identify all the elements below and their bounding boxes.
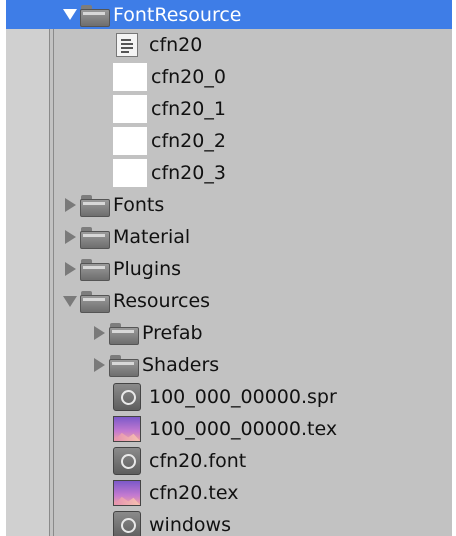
expand-arrow-icon[interactable] (92, 358, 106, 372)
tree-item-label: windows (149, 514, 231, 536)
tree-item-100-spr[interactable]: 100_000_00000.spr (6, 381, 452, 413)
blank-texture-icon (113, 63, 147, 91)
tree-item-label: cfn20_0 (151, 66, 226, 88)
tree-item-prefab[interactable]: Prefab (6, 317, 452, 349)
tree-item-label: Material (113, 226, 191, 248)
tree-item-fontresource[interactable]: FontResource (6, 0, 452, 29)
tree-item-label: Prefab (142, 322, 203, 344)
texture-icon (113, 480, 141, 506)
expand-arrow-icon[interactable] (92, 326, 106, 340)
tree-item-label: cfn20.tex (149, 482, 239, 504)
tree-item-cfn20-2[interactable]: cfn20_2 (6, 125, 452, 157)
folder-icon (79, 226, 110, 249)
tree-item-cfn20-font[interactable]: cfn20.font (6, 445, 452, 477)
folder-icon (79, 258, 110, 281)
expand-arrow-icon[interactable] (63, 230, 77, 244)
folder-icon (79, 290, 110, 313)
blank-texture-icon (113, 95, 147, 123)
tree-item-material[interactable]: Material (6, 221, 452, 253)
tree-item-fonts[interactable]: Fonts (6, 189, 452, 221)
tree-item-label: cfn20_2 (151, 130, 226, 152)
tree-item-label: Shaders (142, 354, 220, 376)
unity-asset-icon (113, 383, 141, 411)
tree-item-label: cfn20 (149, 34, 203, 56)
folder-icon (108, 354, 139, 377)
tree-item-shaders[interactable]: Shaders (6, 349, 452, 381)
font-doc-icon (113, 32, 141, 58)
tree-item-label: Plugins (113, 258, 182, 280)
tree-item-cfn20-tex[interactable]: cfn20.tex (6, 477, 452, 509)
tree-item-label: FontResource (113, 3, 242, 26)
unity-asset-icon (113, 447, 141, 475)
expand-arrow-icon[interactable] (63, 198, 77, 212)
tree-item-label: Resources (113, 290, 211, 312)
folder-icon (79, 4, 110, 27)
unity-asset-icon (113, 511, 141, 536)
tree-item-label: cfn20.font (149, 450, 247, 472)
folder-icon (108, 322, 139, 345)
tree-item-windows[interactable]: windows (6, 509, 452, 536)
tree-item-resources[interactable]: Resources (6, 285, 452, 317)
expand-arrow-icon[interactable] (63, 9, 77, 20)
expand-arrow-icon[interactable] (63, 262, 77, 276)
folder-icon (79, 194, 110, 217)
tree-item-cfn20[interactable]: cfn20 (6, 29, 452, 61)
project-panel: FontResource cfn20 cfn20_0 cfn20_1 cfn20… (6, 0, 456, 536)
tree-item-100-tex[interactable]: 100_000_00000.tex (6, 413, 452, 445)
tree-item-cfn20-0[interactable]: cfn20_0 (6, 61, 452, 93)
tree-item-label: 100_000_00000.spr (149, 386, 337, 408)
blank-texture-icon (113, 127, 147, 155)
project-tree: FontResource cfn20 cfn20_0 cfn20_1 cfn20… (6, 0, 452, 536)
tree-item-plugins[interactable]: Plugins (6, 253, 452, 285)
tree-item-label: cfn20_3 (151, 162, 226, 184)
expand-arrow-icon[interactable] (63, 295, 77, 307)
tree-item-label: 100_000_00000.tex (149, 418, 338, 440)
tree-item-cfn20-1[interactable]: cfn20_1 (6, 93, 452, 125)
tree-item-label: cfn20_1 (151, 98, 226, 120)
blank-texture-icon (113, 159, 147, 187)
tree-item-label: Fonts (113, 194, 165, 216)
tree-item-cfn20-3[interactable]: cfn20_3 (6, 157, 452, 189)
texture-icon (113, 416, 141, 442)
panel-edge (452, 0, 456, 536)
